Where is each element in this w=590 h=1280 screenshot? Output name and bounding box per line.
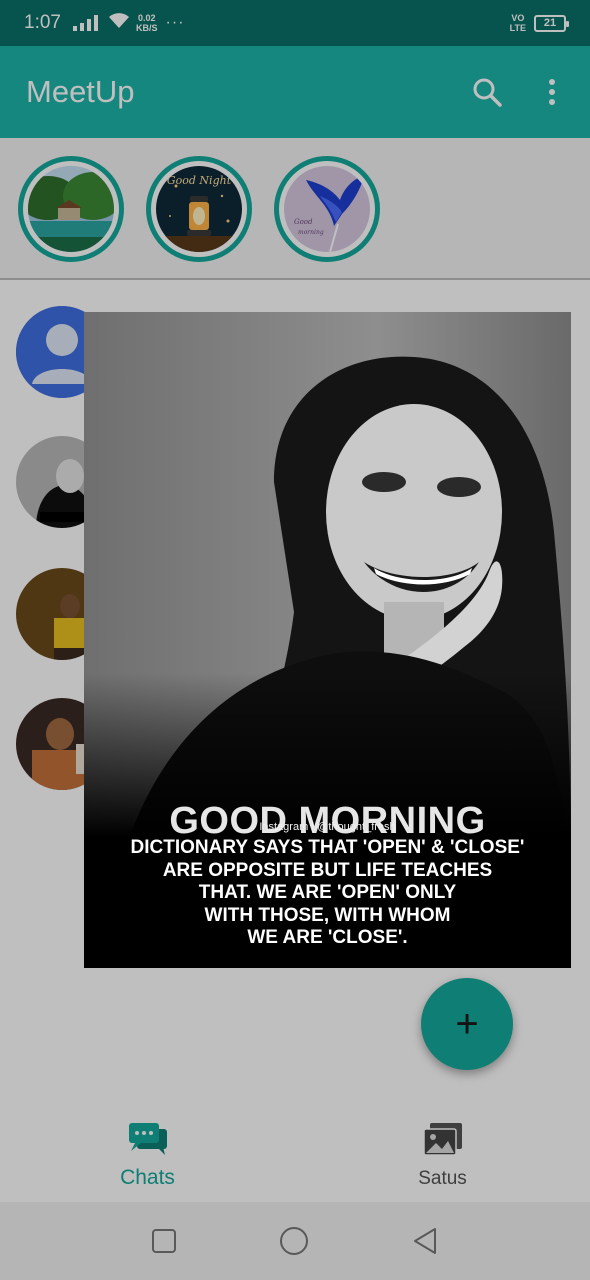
overflow-notification-icon: ···	[165, 14, 185, 31]
more-vertical-icon[interactable]	[548, 78, 556, 106]
search-icon[interactable]	[472, 77, 502, 107]
quote-line: WITH THOSE, WITH WHOM	[204, 904, 451, 926]
wifi-icon	[108, 12, 130, 34]
battery-icon: 21	[534, 14, 569, 32]
plus-icon: +	[455, 1001, 479, 1046]
story-item[interactable]: Good morning	[274, 156, 380, 262]
tab-chats[interactable]: Chats	[0, 1108, 295, 1202]
tab-status[interactable]: Satus	[295, 1108, 590, 1202]
story-image-tropical	[28, 166, 114, 252]
app-title: MeetUp	[26, 74, 135, 109]
network-speed: 0.02 KB/S	[135, 13, 158, 33]
quote-line: WE ARE 'CLOSE'.	[247, 927, 408, 948]
story-image-lantern: Good Night	[156, 166, 242, 252]
signal-icon	[72, 15, 98, 31]
volte-icon: VO LTE	[509, 13, 526, 33]
tab-label: Satus	[418, 1167, 467, 1189]
story-viewer[interactable]: GOOD MORNING Instagram | @thought_fresh …	[84, 312, 571, 968]
story-item[interactable]	[18, 156, 124, 262]
story-watermark: Instagram | @thought_fresh	[259, 821, 396, 833]
story-item[interactable]: Good Night	[146, 156, 252, 262]
svg-text:morning: morning	[298, 229, 324, 236]
battery-level: 21	[543, 17, 557, 29]
quote-line: DICTIONARY SAYS THAT 'OPEN' & 'CLOSE'	[130, 837, 525, 858]
home-button[interactable]	[278, 1225, 310, 1257]
quote-line: ARE OPPOSITE BUT LIFE TEACHES	[162, 859, 493, 881]
quote-line: THAT. WE ARE 'OPEN' ONLY	[198, 882, 457, 903]
stories-row: Good Night Good morning	[0, 138, 590, 280]
story-caption: Good Night	[167, 174, 232, 187]
story-image-flower: Good morning	[284, 166, 370, 252]
recents-button[interactable]	[151, 1228, 177, 1254]
chat-bubbles-icon	[127, 1121, 169, 1160]
svg-text:Good: Good	[294, 218, 313, 226]
images-icon	[422, 1121, 464, 1162]
story-quote: DICTIONARY SAYS THAT 'OPEN' & 'CLOSE' AR…	[84, 837, 571, 950]
new-chat-button[interactable]: +	[421, 978, 513, 1070]
status-bar: 1:07 0.02 KB/S ··· VO LTE 21	[0, 0, 590, 46]
back-button[interactable]	[411, 1226, 439, 1256]
status-time: 1:07	[24, 12, 61, 33]
app-bar: MeetUp	[0, 46, 590, 138]
tab-label: Chats	[120, 1165, 175, 1189]
bottom-navigation: Chats Satus	[0, 1108, 590, 1202]
system-navigation-bar	[0, 1202, 590, 1280]
